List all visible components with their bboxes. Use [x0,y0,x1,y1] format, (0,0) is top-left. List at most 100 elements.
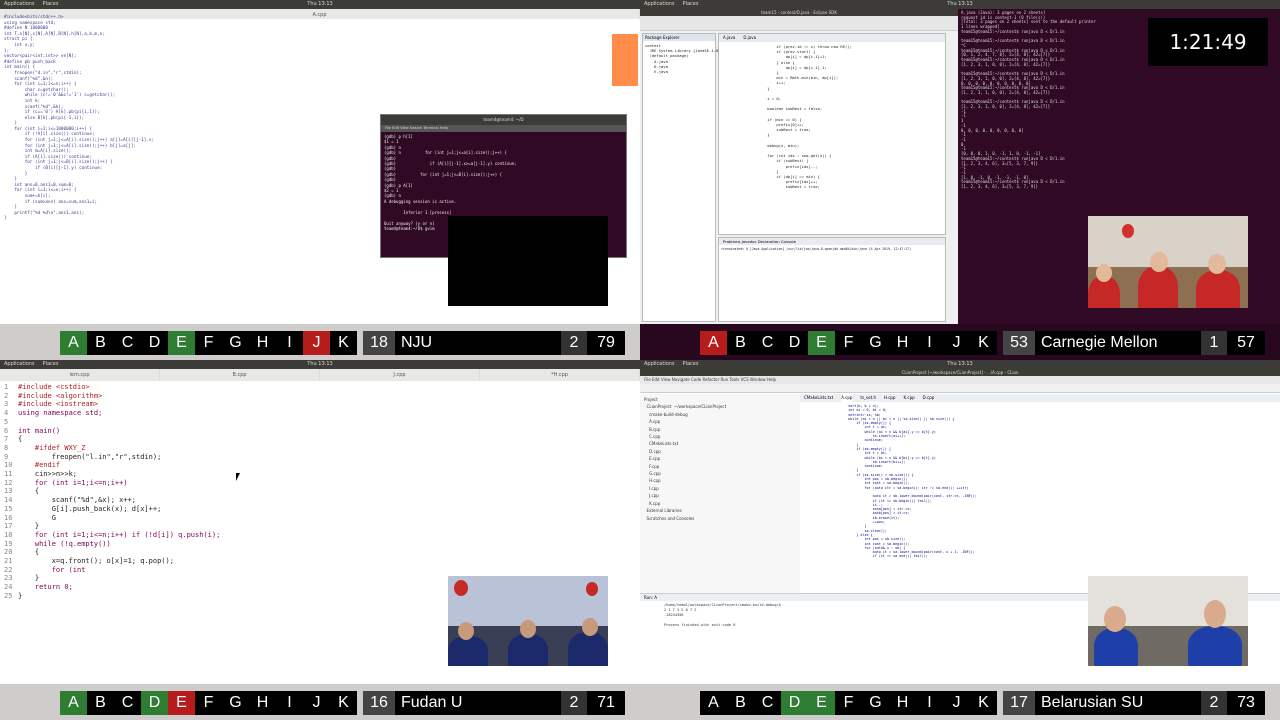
tab-b-cpp[interactable]: B.cpp [160,369,320,381]
code-line[interactable]: 1 #include <cstdio> [4,383,220,392]
line-number: 11 [4,470,13,479]
console-tabs[interactable]: Problems Javadoc Declaration Console [719,238,945,245]
contestant-head [1150,252,1168,272]
project-tree[interactable]: Project CLionProject ~/workspace/CLionPr… [640,394,801,594]
clion-menu[interactable]: File Edit View Navigate Code Refactor Ru… [640,376,1280,384]
code-line[interactable]: 25} [4,592,220,601]
tab-j-cpp[interactable]: J.cpp [320,369,480,381]
line-text: #ifdef WXY_Z [18,443,86,452]
places-menu[interactable]: Places [683,360,699,369]
line-number: 17 [4,522,13,531]
code-line[interactable]: 21 x=q.front(); o[x]=1; q.pop(); [4,557,220,566]
package-tree[interactable]: contest JRE System Library [JavaSE-1.8] … [643,41,720,76]
cpp-code[interactable]: sort(b, b + n); int ai = 0, bi = 0; set<… [800,402,1280,559]
code-line[interactable]: 11 cin>>n>>k; [4,470,220,479]
score-bar: A B C D E F G H I J K 16 Fudan U 2 71 [60,691,625,715]
scoreboard-nju: A B C D E F G H I J K 18 NJU 2 79 [0,324,640,360]
eclipse-ide: team15 - contest/D.java - Eclipse SDK Pa… [640,9,958,324]
code-line[interactable]: 23 } [4,574,220,583]
code-line[interactable]: 9 freopen("l.in","r",stdin); [4,453,220,462]
line-text: freopen("l.in","r",stdin); [18,452,162,461]
console-panel[interactable]: Problems Javadoc Declaration Console <te… [718,237,946,322]
applications-menu[interactable]: Applications [4,0,35,9]
code-line[interactable]: 17 } [4,522,220,531]
places-menu[interactable]: Places [43,0,59,9]
tab-lem-cpp[interactable]: lem.cpp [0,369,160,381]
problem-e-status: E [168,331,195,355]
cpp-editor[interactable]: CMakeLists.txt A.cpp ts_set.h H.cpp K.cp… [800,394,1280,594]
terminal-menu[interactable]: File Edit View Search Terminal Help [381,125,626,132]
code-line[interactable]: 13 { [4,487,220,496]
problem-i-status: I [916,691,943,715]
code-line[interactable]: 24 return 0; [4,583,220,592]
code-area[interactable]: 1 #include <cstdio> 2 #include <algorithm> 3… [4,383,220,601]
clion-toolbar[interactable] [640,384,1280,393]
package-explorer[interactable]: Package Explorer contest JRE System Libr… [642,33,720,322]
line-text: x=q.front(); o[x]=1; q.pop(); [18,557,174,566]
applications-menu[interactable]: Applications [644,360,675,369]
contestant-head [1204,600,1226,628]
tab-a-java[interactable]: A.java [723,34,735,42]
code-line[interactable]: 10 #endif [4,461,220,470]
line-number: 5 [4,417,9,426]
contestant-head [1096,264,1112,282]
tab-a-cpp[interactable]: A.cpp [841,394,853,402]
applications-menu[interactable]: Applications [644,0,675,9]
terminal-title: team4@team4: ~/D [381,115,626,125]
applications-menu[interactable]: Applications [4,360,35,369]
tab-h-cpp[interactable]: *H.cpp [480,369,640,381]
line-text: scanf("%d",&x); x++; [18,496,137,505]
code-line[interactable]: 14 scanf("%d",&x); x++; [4,496,220,505]
code-line[interactable]: 16 G [4,514,220,523]
code-line[interactable]: 20 { [4,548,220,557]
code-line[interactable]: 5 [4,418,220,427]
gvim-editor[interactable]: A.cpp #include<bits/stdc++.h> using name… [0,9,640,324]
code-line[interactable]: 12 for (int i=1;i<=n;i++) [4,479,220,488]
contestant [1138,266,1178,308]
team-webcam [448,576,608,666]
webcam-placeholder [448,216,608,306]
problem-d-status: D [781,331,808,355]
code-line[interactable]: 7{ [4,435,220,444]
project-files[interactable]: Project CLionProject ~/workspace/CLionPr… [640,394,800,524]
problem-a-status: A [700,331,727,355]
code-line[interactable]: 18 for (int i=1;i<=n;i++) if (!d[i]) q.p… [4,531,220,540]
problem-h-status: H [889,331,916,355]
line-number: 13 [4,487,13,496]
team-name: Belarusian SU [1035,691,1201,715]
code-line[interactable]: 8 #ifdef WXY_Z [4,444,220,453]
code-line[interactable]: 3 #include <iostream> [4,400,220,409]
places-menu[interactable]: Places [683,0,699,9]
team-rank: 53 [1003,331,1035,355]
code-line[interactable]: 4 using namespace std; [4,409,220,418]
tab-h-cpp[interactable]: H.cpp [884,394,896,402]
team-rank: 16 [363,691,395,715]
tab-cmakelists[interactable]: CMakeLists.txt [804,394,833,402]
code-line[interactable]: 19 while (!q.empty()) [4,540,220,549]
problem-j-status: J [303,691,330,715]
problem-k-status: K [970,691,997,715]
editor-tabbar: lem.cpp B.cpp J.cpp *H.cpp [0,369,640,381]
gedit-editor[interactable]: lem.cpp B.cpp J.cpp *H.cpp 1 #include <cs… [0,369,640,684]
places-menu[interactable]: Places [43,360,59,369]
java-editor[interactable]: A.java D.java if (prev.id != x) throw ne… [718,33,946,235]
code-line[interactable]: 6 int main() [4,427,220,436]
line-number: 10 [4,461,13,470]
solved-count: 2 [1201,691,1227,715]
tab-ts-set-h[interactable]: ts_set.h [860,394,876,402]
eclipse-toolbar[interactable] [640,16,958,31]
tab-k-cpp[interactable]: K.cpp [903,394,914,402]
contestant [1094,628,1138,666]
code-line[interactable]: 22 for (int [4,566,220,575]
code-line[interactable]: 2 #include <algorithm> [4,392,220,401]
code-area[interactable]: #include<bits/stdc++.h> using namespace … [4,15,154,222]
problem-e-status: E [808,331,835,355]
screen-belarusian: Applications Places Thu 13:13 CLionProje… [640,360,1280,720]
tab-d-cpp[interactable]: D.cpp [923,394,935,402]
problem-i-status: I [276,691,303,715]
tab-d-java[interactable]: D.java [743,34,756,42]
line-number: 16 [4,513,13,522]
team-webcam [1088,576,1248,666]
java-code[interactable]: if (prev.id != x) throw new RE(); if (pr… [719,42,945,190]
code-line[interactable]: 15 G[i].push_back(x); d[x]++; [4,505,220,514]
